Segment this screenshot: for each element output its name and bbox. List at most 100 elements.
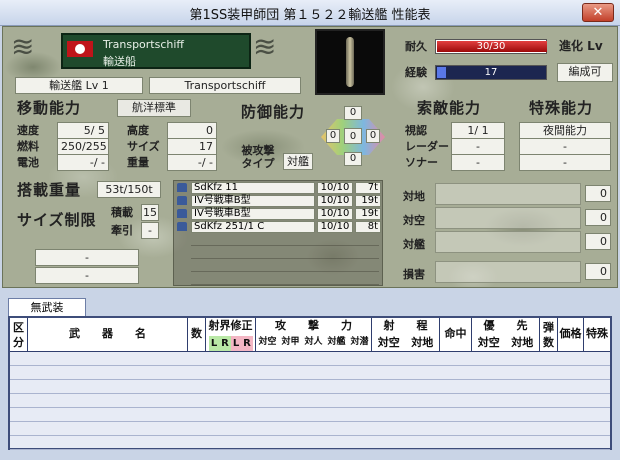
size-limit-label: サイズ制限 [17, 211, 97, 229]
fuel-value: 250/255 [57, 138, 109, 155]
right-wing-emblem-icon: ≋ [253, 30, 277, 63]
truck-icon [177, 209, 187, 218]
durability-value: 30/30 [476, 41, 506, 52]
attack-ship-label: 対艦 [403, 238, 425, 251]
range-sub-air: 対空 [377, 336, 400, 349]
durability-label: 耐久 [405, 40, 427, 53]
weapon-row[interactable] [10, 367, 610, 380]
tab-no-weapons[interactable]: 無武装 [8, 298, 86, 316]
attack-sub-infantry: 対人 [304, 337, 323, 347]
durability-bar: 30/30 [435, 39, 547, 54]
load-label: 積載 [111, 206, 133, 219]
speed-label: 速度 [17, 124, 39, 137]
cargo-empty-slot[interactable] [191, 247, 379, 259]
col-special: 特殊 [584, 318, 610, 352]
weapon-row[interactable] [10, 353, 610, 366]
size-value: 17 [167, 138, 217, 155]
damage-bar [435, 261, 581, 283]
weight-label: 重量 [127, 156, 149, 169]
size-label: サイズ [127, 140, 160, 153]
attack-sub-air: 対空 [258, 337, 277, 347]
window-title: 第1SS装甲師団 第１５２２輸送艦 性能表 [189, 8, 431, 23]
cargo-empty-slot[interactable] [191, 273, 379, 285]
speed-value: 5/ 5 [57, 122, 109, 139]
visual-value: 1/ 1 [451, 122, 505, 139]
weapon-row[interactable] [10, 395, 610, 408]
range-sub-ground: 対地 [411, 336, 434, 349]
cargo-empty-slot[interactable] [191, 260, 379, 272]
radar-value: - [451, 138, 505, 155]
accuracy-title: 射界修正 [208, 319, 253, 332]
truck-icon [177, 222, 187, 231]
cargo-item-status: 10/10 [317, 182, 353, 194]
radar-label: レーダー [405, 140, 449, 153]
weapon-row[interactable] [10, 381, 610, 394]
lr-l2: L [230, 336, 242, 351]
cargo-row[interactable]: IV号戦車B型 10/10 19t [175, 208, 381, 220]
attack-ground-bar [435, 183, 581, 205]
damage-label: 損害 [403, 268, 425, 281]
cargo-item-weight: 19t [355, 195, 381, 207]
evolve-status[interactable]: 編成可 [557, 63, 613, 82]
weapon-row[interactable] [10, 437, 610, 450]
unit-panel: ≋ Transportschiff 輸送船 ≋ 耐久 30/30 経験 17 進… [2, 26, 618, 288]
priority-sub-ground: 対地 [511, 336, 534, 349]
col-weapon-name: 武 器 名 [28, 318, 188, 352]
col-hit: 命中 [440, 318, 472, 352]
tow-value: - [141, 222, 159, 239]
attack-air-label: 対空 [403, 214, 425, 227]
defense-right: 0 [366, 129, 380, 143]
weapon-row[interactable] [10, 423, 610, 436]
col-attack: 攻 撃 力 対空 対甲 対人 対艦 対潜 [256, 318, 372, 352]
attack-ground-label: 対地 [403, 190, 425, 203]
attack-sub-armor: 対甲 [281, 337, 300, 347]
swastika-flag-icon [67, 41, 93, 57]
class-name: Transportschiff [149, 77, 301, 94]
priority-sub-air: 対空 [477, 336, 500, 349]
truck-icon [177, 183, 187, 192]
cargo-list: SdKfz 11 10/10 7t IV号戦車B型 10/10 19t IV号戦車B型 10/… [173, 180, 383, 286]
special-header: 特殊能力 [529, 99, 594, 117]
tow-label: 牽引 [111, 224, 133, 237]
attack-sub-ship: 対艦 [327, 337, 346, 347]
load-value: 15 [141, 204, 159, 221]
detection-header: 索敵能力 [417, 99, 482, 117]
ship-name-jp: 輸送船 [103, 55, 136, 68]
lr-r1: R [219, 336, 231, 351]
cargo-item-status: 10/10 [317, 221, 353, 233]
sonar-value: - [451, 154, 505, 171]
cargo-item-name: IV号戦車B型 [191, 208, 315, 220]
cargo-item-name: IV号戦車B型 [191, 195, 315, 207]
fuel-label: 燃料 [17, 140, 39, 153]
cargo-item-name: SdKfz 11 [191, 182, 315, 194]
exp-bar: 17 [435, 65, 547, 80]
col-accuracy: 射界修正 LRLR [206, 318, 256, 352]
cargo-empty-slot[interactable] [191, 234, 379, 246]
col-price: 価格 [558, 318, 584, 352]
cargo-row[interactable]: SdKfz 11 10/10 7t [175, 182, 381, 194]
ship-name-en: Transportschiff [103, 38, 185, 51]
truck-icon [177, 196, 187, 205]
weapon-row[interactable] [10, 409, 610, 422]
lr-r2: R [241, 336, 253, 351]
attack-air-bar [435, 207, 581, 229]
close-button[interactable]: ✕ [582, 3, 614, 22]
movement-mode-button[interactable]: 航洋標準 [117, 99, 191, 117]
altitude-value: 0 [167, 122, 217, 139]
col-division: 区分 [10, 318, 28, 352]
attacked-type-label: 被攻撃タイプ [241, 144, 275, 170]
cargo-row[interactable]: SdKfz 251/1 C 10/10 8t [175, 221, 381, 233]
exp-value: 17 [484, 67, 498, 78]
special-item-1: 夜間能力 [519, 122, 611, 139]
unit-portrait [315, 29, 385, 95]
cargo-item-name: SdKfz 251/1 C [191, 221, 315, 233]
cargo-item-status: 10/10 [317, 195, 353, 207]
cargo-row[interactable]: IV号戦車B型 10/10 19t [175, 195, 381, 207]
col-range: 射 程 対空 対地 [372, 318, 440, 352]
attack-ship-bar [435, 231, 581, 253]
name-plate: Transportschiff 輸送船 [61, 33, 251, 69]
cargo-header: 搭載重量 [17, 181, 82, 199]
cargo-weight: 53t/150t [97, 181, 161, 198]
defense-bottom: 0 [344, 152, 362, 166]
exp-label: 経験 [405, 66, 427, 79]
